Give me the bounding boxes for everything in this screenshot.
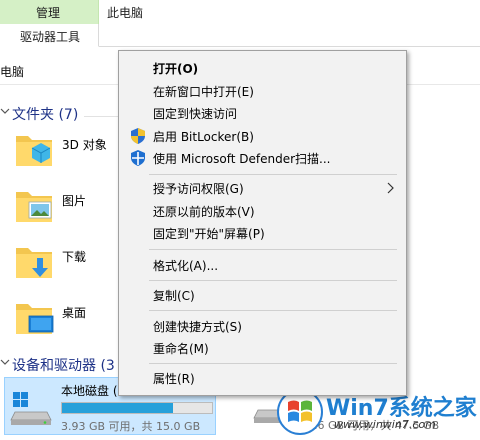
menu-separator <box>149 174 397 175</box>
menu-separator <box>149 280 397 281</box>
menu-item-copy[interactable]: 复制(C) <box>119 284 406 306</box>
menu-item-pin-quick-access[interactable]: 固定到快速访问 <box>119 102 406 124</box>
local-disk-icon <box>10 392 52 425</box>
folder-item-3d-objects[interactable]: 3D 对象 <box>12 128 122 176</box>
3d-objects-folder-icon <box>16 136 52 166</box>
menu-item-rename[interactable]: 重命名(M) <box>119 337 406 359</box>
folder-item-desktop[interactable]: 桌面 <box>12 296 122 344</box>
drive-c-free-space: 3.93 GB 可用，共 15.0 GB <box>61 420 201 433</box>
menu-item-properties[interactable]: 属性(R) <box>119 367 406 389</box>
menu-item-label: 在新窗口中打开(E) <box>153 85 254 99</box>
menu-separator <box>149 310 397 311</box>
downloads-folder-icon <box>16 248 52 278</box>
section-folders-label: 文件夹 (7) <box>12 107 79 123</box>
watermark-url: www.winwin7.com <box>334 418 436 431</box>
folder-item-label: 3D 对象 <box>62 138 107 152</box>
context-menu: 打开(O) 在新窗口中打开(E) 固定到快速访问 启用 BitLocker(B)… <box>118 50 407 396</box>
tab-drive-tools-label: 驱动器工具 <box>20 30 81 44</box>
drive-c-usage-bar <box>61 402 213 414</box>
menu-item-label: 创建快捷方式(S) <box>153 320 242 334</box>
section-header-devices[interactable]: 设备和驱动器 (3 <box>0 355 122 375</box>
uac-shield-icon <box>131 128 145 144</box>
address-bar-text: 电脑 <box>0 65 25 79</box>
tab-manage-label: 管理 <box>36 6 61 20</box>
menu-item-label: 启用 BitLocker(B) <box>153 130 254 144</box>
menu-item-open[interactable]: 打开(O) <box>119 57 406 79</box>
menu-item-label: 授予访问权限(G) <box>153 182 244 196</box>
menu-item-label: 使用 Microsoft Defender扫描... <box>153 152 331 166</box>
menu-item-label: 属性(R) <box>153 372 195 386</box>
menu-item-bitlocker[interactable]: 启用 BitLocker(B) <box>119 125 406 147</box>
menu-item-label: 格式化(A)... <box>153 259 219 273</box>
drive-c-usage-fill <box>62 403 173 413</box>
menu-item-create-shortcut[interactable]: 创建快捷方式(S) <box>119 315 406 337</box>
menu-item-label: 还原以前的版本(V) <box>153 205 255 219</box>
chevron-right-icon <box>387 182 394 194</box>
desktop-folder-icon <box>16 304 54 334</box>
chevron-down-icon <box>0 108 10 114</box>
folder-item-label: 下载 <box>62 250 87 264</box>
menu-item-label: 固定到快速访问 <box>153 107 238 121</box>
folder-item-label: 桌面 <box>62 306 87 320</box>
folder-item-downloads[interactable]: 下载 <box>12 240 122 288</box>
section-divider <box>84 116 120 117</box>
menu-item-label: 打开(O) <box>153 62 199 76</box>
pictures-folder-icon <box>16 192 52 222</box>
folder-item-pictures[interactable]: 图片 <box>12 184 122 232</box>
drive-c-name: 本地磁盘 ( <box>61 384 118 398</box>
menu-item-defender-scan[interactable]: 使用 Microsoft Defender扫描... <box>119 147 406 169</box>
menu-item-pin-start[interactable]: 固定到"开始"屏幕(P) <box>119 222 406 244</box>
menu-item-label: 重命名(M) <box>153 342 209 356</box>
menu-separator <box>149 363 397 364</box>
folder-item-label: 图片 <box>62 194 87 208</box>
menu-item-label: 复制(C) <box>153 289 195 303</box>
menu-separator <box>149 249 397 250</box>
section-devices-label: 设备和驱动器 (3 <box>12 358 115 374</box>
menu-item-label: 固定到"开始"屏幕(P) <box>153 227 265 241</box>
tab-drive-tools[interactable]: 驱动器工具 <box>0 24 99 47</box>
section-header-folders[interactable]: 文件夹 (7) <box>0 104 110 124</box>
menu-item-format[interactable]: 格式化(A)... <box>119 254 406 276</box>
tab-this-pc[interactable]: 此电脑 <box>107 4 143 21</box>
menu-item-restore-previous[interactable]: 还原以前的版本(V) <box>119 200 406 222</box>
defender-shield-icon <box>131 150 145 166</box>
tab-manage[interactable]: 管理 <box>0 0 99 24</box>
menu-item-give-access[interactable]: 授予访问权限(G) <box>119 177 406 199</box>
chevron-down-icon <box>0 359 10 365</box>
menu-item-open-new-window[interactable]: 在新窗口中打开(E) <box>119 80 406 102</box>
